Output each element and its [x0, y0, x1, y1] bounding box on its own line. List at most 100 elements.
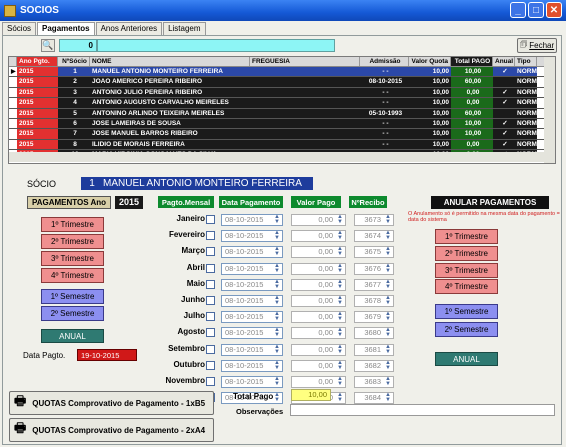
cell-tipo: NORM	[515, 77, 537, 87]
date-spinner-icon[interactable]: ▲ ▼	[273, 230, 281, 241]
recibo-spinner-icon[interactable]: ▲ ▼	[384, 279, 392, 290]
month-checkbox[interactable]	[206, 328, 215, 338]
anular-trimestre-3-button[interactable]: 3º Trimestre	[435, 263, 498, 278]
search-input[interactable]: 0	[59, 39, 97, 52]
recibo-spinner-icon[interactable]: ▲ ▼	[384, 230, 392, 241]
anular-semestre-1-button[interactable]: 1º Semestre	[435, 304, 498, 319]
col-anual[interactable]: Anual	[493, 57, 515, 66]
valor-spinner-icon[interactable]: ▲ ▼	[336, 263, 344, 274]
month-checkbox[interactable]	[206, 247, 215, 257]
valor-spinner-icon[interactable]: ▲ ▼	[336, 344, 344, 355]
date-spinner-icon[interactable]: ▲ ▼	[273, 263, 281, 274]
recibo-spinner-icon[interactable]: ▲ ▼	[384, 344, 392, 355]
month-checkbox[interactable]	[206, 296, 215, 305]
tab-socios[interactable]: Sócios	[2, 22, 37, 36]
month-checkbox[interactable]	[206, 312, 215, 322]
col-admissao[interactable]: Admissão	[360, 57, 409, 66]
date-spinner-icon[interactable]: ▲ ▼	[273, 246, 281, 257]
cell-pago: 10,00	[451, 118, 493, 129]
pay-trimestre-2-button[interactable]: 2º Trimestre	[41, 234, 104, 249]
recibo-spinner-icon[interactable]: ▲ ▼	[384, 392, 392, 403]
date-spinner-icon[interactable]: ▲ ▼	[273, 279, 281, 290]
table-row[interactable]: 2015 7 JOSE MANUEL BARROS RIBEIRO - -10,00…	[9, 129, 555, 140]
anular-trimestre-1-button[interactable]: 1º Trimestre	[435, 229, 498, 244]
col-num[interactable]: NºSócio	[58, 57, 90, 66]
table-row[interactable]: 2015 8 ILIDIO DE MORAIS FERREIRA - -10,00 0…	[9, 139, 555, 151]
close-button[interactable]: ✕	[546, 2, 562, 18]
month-checkbox[interactable]	[206, 263, 215, 273]
col-freguesia[interactable]: FREGUESIA	[250, 57, 360, 66]
table-row[interactable]: 2015 2 JOAO AMERICO PEREIRA RIBEIRO 08-10-2…	[9, 77, 555, 88]
month-checkbox[interactable]	[206, 231, 215, 241]
socios-table[interactable]: Ano Pgto. NºSócio NOME FREGUESIA Admissã…	[8, 56, 556, 164]
anular-semestre-2-button[interactable]: 2º Semestre	[435, 322, 498, 337]
cell-anual	[493, 108, 515, 118]
vertical-scrollbar[interactable]	[544, 57, 555, 163]
valor-spinner-icon[interactable]: ▲ ▼	[336, 376, 344, 387]
month-checkbox[interactable]	[206, 377, 215, 386]
valor-spinner-icon[interactable]: ▲ ▼	[336, 392, 344, 403]
tab-anos-anteriores[interactable]: Anos Anteriores	[95, 22, 163, 36]
search-icon[interactable]: 🔍	[41, 39, 55, 52]
observacoes-input[interactable]	[290, 404, 555, 416]
print-b5-button[interactable]: 🖶 QUOTAS Comprovativo de Pagamento - 1xB5	[9, 391, 214, 415]
print-a4-button[interactable]: 🖶 QUOTAS Comprovativo de Pagamento - 2xA4	[9, 418, 214, 442]
col-ano[interactable]: Ano Pgto.	[17, 57, 58, 66]
pay-anual-button[interactable]: ANUAL	[41, 329, 104, 343]
minimize-button[interactable]: _	[510, 2, 526, 18]
valor-spinner-icon[interactable]: ▲ ▼	[336, 279, 344, 290]
recibo-spinner-icon[interactable]: ▲ ▼	[384, 295, 392, 306]
pay-trimestre-4-button[interactable]: 4º Trimestre	[41, 268, 104, 283]
valor-spinner-icon[interactable]: ▲ ▼	[336, 311, 344, 322]
horizontal-scrollbar[interactable]	[9, 152, 545, 162]
recibo-spinner-icon[interactable]: ▲ ▼	[384, 376, 392, 387]
month-checkbox[interactable]	[206, 360, 215, 370]
recibo-spinner-icon[interactable]: ▲ ▼	[384, 263, 392, 274]
date-spinner-icon[interactable]: ▲ ▼	[273, 344, 281, 355]
date-spinner-icon[interactable]: ▲ ▼	[273, 392, 281, 403]
date-spinner-icon[interactable]: ▲ ▼	[273, 311, 281, 322]
date-spinner-icon[interactable]: ▲ ▼	[273, 360, 281, 371]
month-checkbox[interactable]	[206, 344, 215, 354]
pay-semestre-2-button[interactable]: 2º Semestre	[41, 306, 104, 321]
anular-anual-button[interactable]: ANUAL	[435, 352, 498, 366]
anular-trimestre-2-button[interactable]: 2º Trimestre	[435, 246, 498, 261]
table-row[interactable]: 2015 4 ANTONIO AUGUSTO CARVALHO MEIRELES -…	[9, 98, 555, 109]
valor-spinner-icon[interactable]: ▲ ▼	[336, 327, 344, 338]
recibo-spinner-icon[interactable]: ▲ ▼	[384, 327, 392, 338]
month-checkbox[interactable]	[206, 279, 215, 289]
table-row[interactable]: ▶ 2015 1 MANUEL ANTONIO MONTEIRO FERREIRA -…	[9, 67, 555, 78]
valor-spinner-icon[interactable]: ▲ ▼	[336, 295, 344, 306]
date-spinner-icon[interactable]: ▲ ▼	[273, 295, 281, 306]
tab-listagem[interactable]: Listagem	[163, 22, 206, 36]
recibo-spinner-icon[interactable]: ▲ ▼	[384, 246, 392, 257]
valor-spinner-icon[interactable]: ▲ ▼	[336, 246, 344, 257]
col-nome[interactable]: NOME	[90, 57, 250, 66]
table-row[interactable]: 2015 5 ANTONINO ARLINDO TEIXEIRA MEIRELES 0…	[9, 108, 555, 119]
col-tipo[interactable]: Tipo	[515, 57, 537, 66]
pay-semestre-1-button[interactable]: 1º Semestre	[41, 289, 104, 304]
data-pagto-input[interactable]: 19-10-2015	[77, 349, 137, 361]
search-field-extension[interactable]	[97, 39, 335, 52]
valor-spinner-icon[interactable]: ▲ ▼	[336, 214, 344, 225]
exit-button[interactable]: 🗊 Fechar	[517, 38, 557, 53]
pay-trimestre-3-button[interactable]: 3º Trimestre	[41, 251, 104, 266]
date-spinner-icon[interactable]: ▲ ▼	[273, 214, 281, 225]
valor-spinner-icon[interactable]: ▲ ▼	[336, 230, 344, 241]
col-pago[interactable]: Total PAGO	[451, 57, 493, 66]
anular-trimestre-4-button[interactable]: 4º Trimestre	[435, 279, 498, 294]
valor-spinner-icon[interactable]: ▲ ▼	[336, 360, 344, 371]
recibo-spinner-icon[interactable]: ▲ ▼	[384, 214, 392, 225]
pay-trimestre-1-button[interactable]: 1º Trimestre	[41, 217, 104, 232]
table-row[interactable]: 2015 6 JOSE LAMEIRAS DE SOUSA - -10,00 10,0…	[9, 118, 555, 130]
date-spinner-icon[interactable]: ▲ ▼	[273, 327, 281, 338]
table-row[interactable]: 2015 3 ANTONIO JULIO PEREIRA RIBEIRO - -10…	[9, 87, 555, 99]
recibo-spinner-icon[interactable]: ▲ ▼	[384, 360, 392, 371]
date-spinner-icon[interactable]: ▲ ▼	[273, 376, 281, 387]
recibo-spinner-icon[interactable]: ▲ ▼	[384, 311, 392, 322]
cell-freguesia	[250, 77, 360, 87]
month-checkbox[interactable]	[206, 215, 215, 224]
maximize-button[interactable]: □	[528, 2, 544, 18]
col-quota[interactable]: Valor Quota	[409, 57, 451, 66]
col-head-recibo: NºRecibo	[349, 196, 387, 208]
